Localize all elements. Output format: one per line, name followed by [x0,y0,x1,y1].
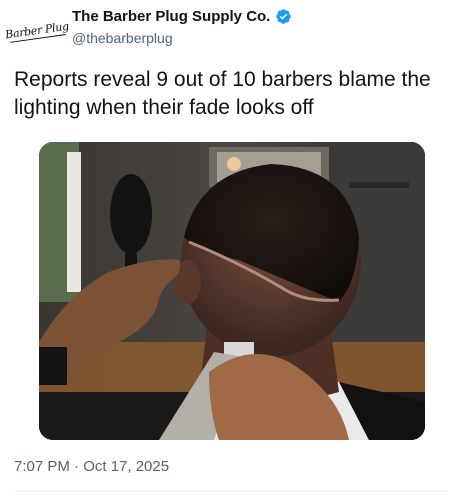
barber-photo-illustration [39,142,425,440]
divider [14,491,448,492]
tweet-timestamp[interactable]: 7:07 PM · Oct 17, 2025 [14,458,169,475]
verified-badge-icon [276,9,292,24]
tweet-photo[interactable] [39,142,425,440]
avatar-logo: Barber Plug [4,19,70,41]
display-name[interactable]: The Barber Plug Supply Co. [72,8,270,25]
tweet-text: Reports reveal 9 out of 10 barbers blame… [14,68,431,119]
display-name-row: The Barber Plug Supply Co. [72,8,292,25]
user-handle[interactable]: @thebarberplug [72,30,292,46]
avatar[interactable]: Barber Plug [4,10,69,50]
author-info: The Barber Plug Supply Co. @thebarberplu… [72,8,292,46]
tweet-header: Barber Plug The Barber Plug Supply Co. @… [4,6,454,52]
